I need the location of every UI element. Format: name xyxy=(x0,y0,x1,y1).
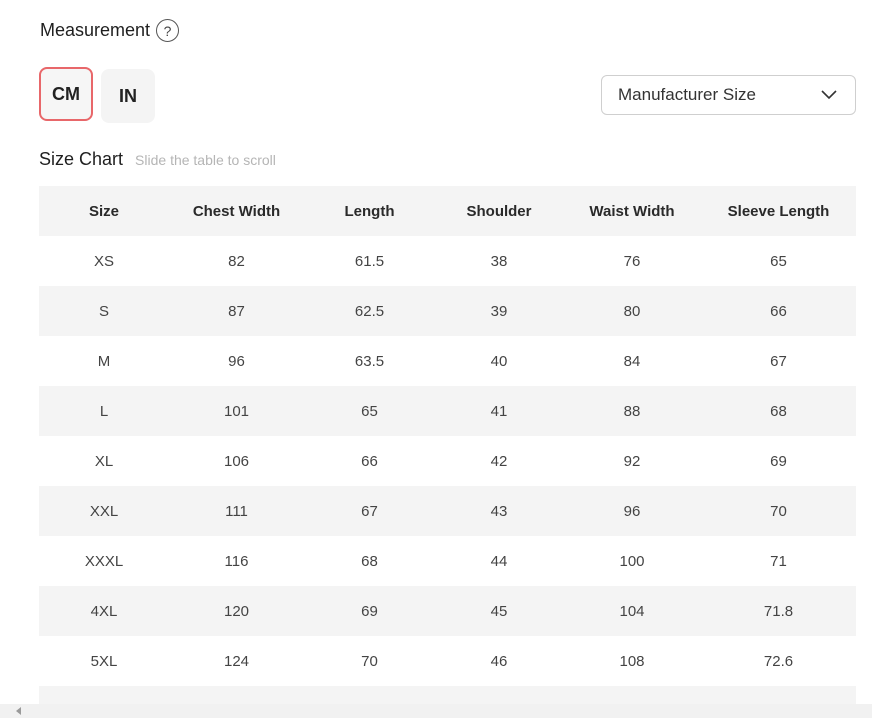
table-cell: XL xyxy=(39,436,169,486)
table-cell: 4XL xyxy=(39,586,169,636)
table-cell: 96 xyxy=(169,336,304,386)
table-cell: XXL xyxy=(39,486,169,536)
table-row: 4XL 120 69 45 104 71.8 xyxy=(39,586,856,636)
size-type-select-value: Manufacturer Size xyxy=(618,85,756,104)
table-cell: XXXL xyxy=(39,536,169,586)
column-header: Chest Width xyxy=(169,186,304,236)
table-cell: 100 xyxy=(563,536,701,586)
table-cell xyxy=(701,686,856,704)
table-row xyxy=(39,686,856,704)
table-cell: 82 xyxy=(169,236,304,286)
table-cell: 120 xyxy=(169,586,304,636)
table-cell: 92 xyxy=(563,436,701,486)
table-cell: 68 xyxy=(701,386,856,436)
table-row: XS 82 61.5 38 76 65 xyxy=(39,236,856,286)
help-icon[interactable]: ? xyxy=(156,19,180,42)
size-chart-header: Size Chart Slide the table to scroll xyxy=(39,149,276,170)
table-cell: 101 xyxy=(169,386,304,436)
table-header-row: Size Chest Width Length Shoulder Waist W… xyxy=(39,186,856,236)
table-cell: 65 xyxy=(701,236,856,286)
scroll-left-arrow-icon[interactable] xyxy=(16,707,21,715)
table-cell: 80 xyxy=(563,286,701,336)
table-cell: 87 xyxy=(169,286,304,336)
horizontal-scrollbar[interactable] xyxy=(0,704,872,718)
size-chart-hint: Slide the table to scroll xyxy=(135,152,276,168)
size-chart-table: Size Chest Width Length Shoulder Waist W… xyxy=(39,186,856,704)
table-cell: 46 xyxy=(435,636,563,686)
measurement-title: Measurement xyxy=(40,20,151,40)
table-row: XL 106 66 42 92 69 xyxy=(39,436,856,486)
table-cell: 70 xyxy=(304,636,435,686)
table-cell: 71.8 xyxy=(701,586,856,636)
table-cell xyxy=(563,686,701,704)
table-cell: 44 xyxy=(435,536,563,586)
table-cell: XS xyxy=(39,236,169,286)
size-type-select[interactable]: Manufacturer Size xyxy=(601,75,856,115)
table-cell: 68 xyxy=(304,536,435,586)
table-cell: M xyxy=(39,336,169,386)
table-cell: 124 xyxy=(169,636,304,686)
table-cell: 106 xyxy=(169,436,304,486)
table-cell xyxy=(169,686,304,704)
table-cell xyxy=(435,686,563,704)
unit-button-cm[interactable]: CM xyxy=(39,67,93,121)
table-cell: 104 xyxy=(563,586,701,636)
table-cell: S xyxy=(39,286,169,336)
table-cell: 61.5 xyxy=(304,236,435,286)
table-cell: 111 xyxy=(169,486,304,536)
column-header: Size xyxy=(39,186,169,236)
table-row: XXXL 116 68 44 100 71 xyxy=(39,536,856,586)
table-cell: 76 xyxy=(563,236,701,286)
table-row: 5XL 124 70 46 108 72.6 xyxy=(39,636,856,686)
table-cell: 71 xyxy=(701,536,856,586)
table-cell: 69 xyxy=(701,436,856,486)
table-cell: 5XL xyxy=(39,636,169,686)
size-chart-table-scroll[interactable]: Size Chest Width Length Shoulder Waist W… xyxy=(39,186,856,704)
column-header: Sleeve Length xyxy=(701,186,856,236)
table-row: L 101 65 41 88 68 xyxy=(39,386,856,436)
table-cell: 88 xyxy=(563,386,701,436)
table-cell: 66 xyxy=(304,436,435,486)
table-cell: 41 xyxy=(435,386,563,436)
table-cell: 84 xyxy=(563,336,701,386)
table-cell: 116 xyxy=(169,536,304,586)
table-cell: 40 xyxy=(435,336,563,386)
table-cell: 65 xyxy=(304,386,435,436)
table-cell: 39 xyxy=(435,286,563,336)
table-cell: 69 xyxy=(304,586,435,636)
measurement-header: Measurement ? xyxy=(40,19,180,42)
table-cell: 66 xyxy=(701,286,856,336)
table-cell: 72.6 xyxy=(701,636,856,686)
table-row: XXL 111 67 43 96 70 xyxy=(39,486,856,536)
table-cell: 42 xyxy=(435,436,563,486)
table-row: M 96 63.5 40 84 67 xyxy=(39,336,856,386)
table-cell: 38 xyxy=(435,236,563,286)
column-header: Waist Width xyxy=(563,186,701,236)
table-cell: L xyxy=(39,386,169,436)
table-cell: 62.5 xyxy=(304,286,435,336)
table-cell: 45 xyxy=(435,586,563,636)
table-row: S 87 62.5 39 80 66 xyxy=(39,286,856,336)
column-header: Shoulder xyxy=(435,186,563,236)
table-cell: 43 xyxy=(435,486,563,536)
table-cell: 67 xyxy=(701,336,856,386)
table-cell: 96 xyxy=(563,486,701,536)
unit-button-in[interactable]: IN xyxy=(101,69,155,123)
table-cell: 70 xyxy=(701,486,856,536)
table-cell xyxy=(39,686,169,704)
table-cell: 63.5 xyxy=(304,336,435,386)
chevron-down-icon xyxy=(821,90,837,100)
size-guide-panel: Measurement ? CM IN Manufacturer Size Si… xyxy=(0,0,872,718)
table-cell: 108 xyxy=(563,636,701,686)
column-header: Length xyxy=(304,186,435,236)
table-cell xyxy=(304,686,435,704)
size-chart-title: Size Chart xyxy=(39,149,124,169)
table-cell: 67 xyxy=(304,486,435,536)
